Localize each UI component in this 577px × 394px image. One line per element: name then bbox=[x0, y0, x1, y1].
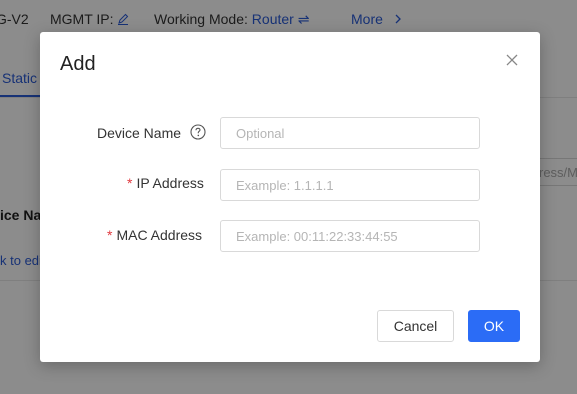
device-name-input[interactable] bbox=[220, 117, 480, 149]
ip-address-label: IP Address bbox=[136, 175, 204, 191]
page: G-V2 MGMT IP: Working Mode: Router ⇌ Mor… bbox=[0, 0, 577, 394]
mac-address-label: MAC Address bbox=[116, 227, 203, 243]
add-dialog: Add Device Name *IP Address *MAC Address… bbox=[40, 32, 540, 362]
ip-address-label-group: * IP Address bbox=[127, 175, 204, 191]
required-mark: * bbox=[127, 175, 133, 191]
cancel-button[interactable]: Cancel bbox=[377, 310, 454, 342]
ok-button[interactable]: OK bbox=[468, 310, 520, 342]
help-circle-icon[interactable] bbox=[190, 124, 206, 140]
ip-address-input[interactable] bbox=[220, 169, 480, 201]
close-icon[interactable] bbox=[504, 52, 520, 68]
mac-address-input[interactable] bbox=[220, 220, 480, 252]
dialog-title: Add bbox=[60, 53, 96, 75]
mac-address-label-group: * MAC Address bbox=[107, 227, 202, 243]
required-mark: * bbox=[107, 227, 113, 243]
device-name-label: Device Name bbox=[97, 125, 182, 141]
